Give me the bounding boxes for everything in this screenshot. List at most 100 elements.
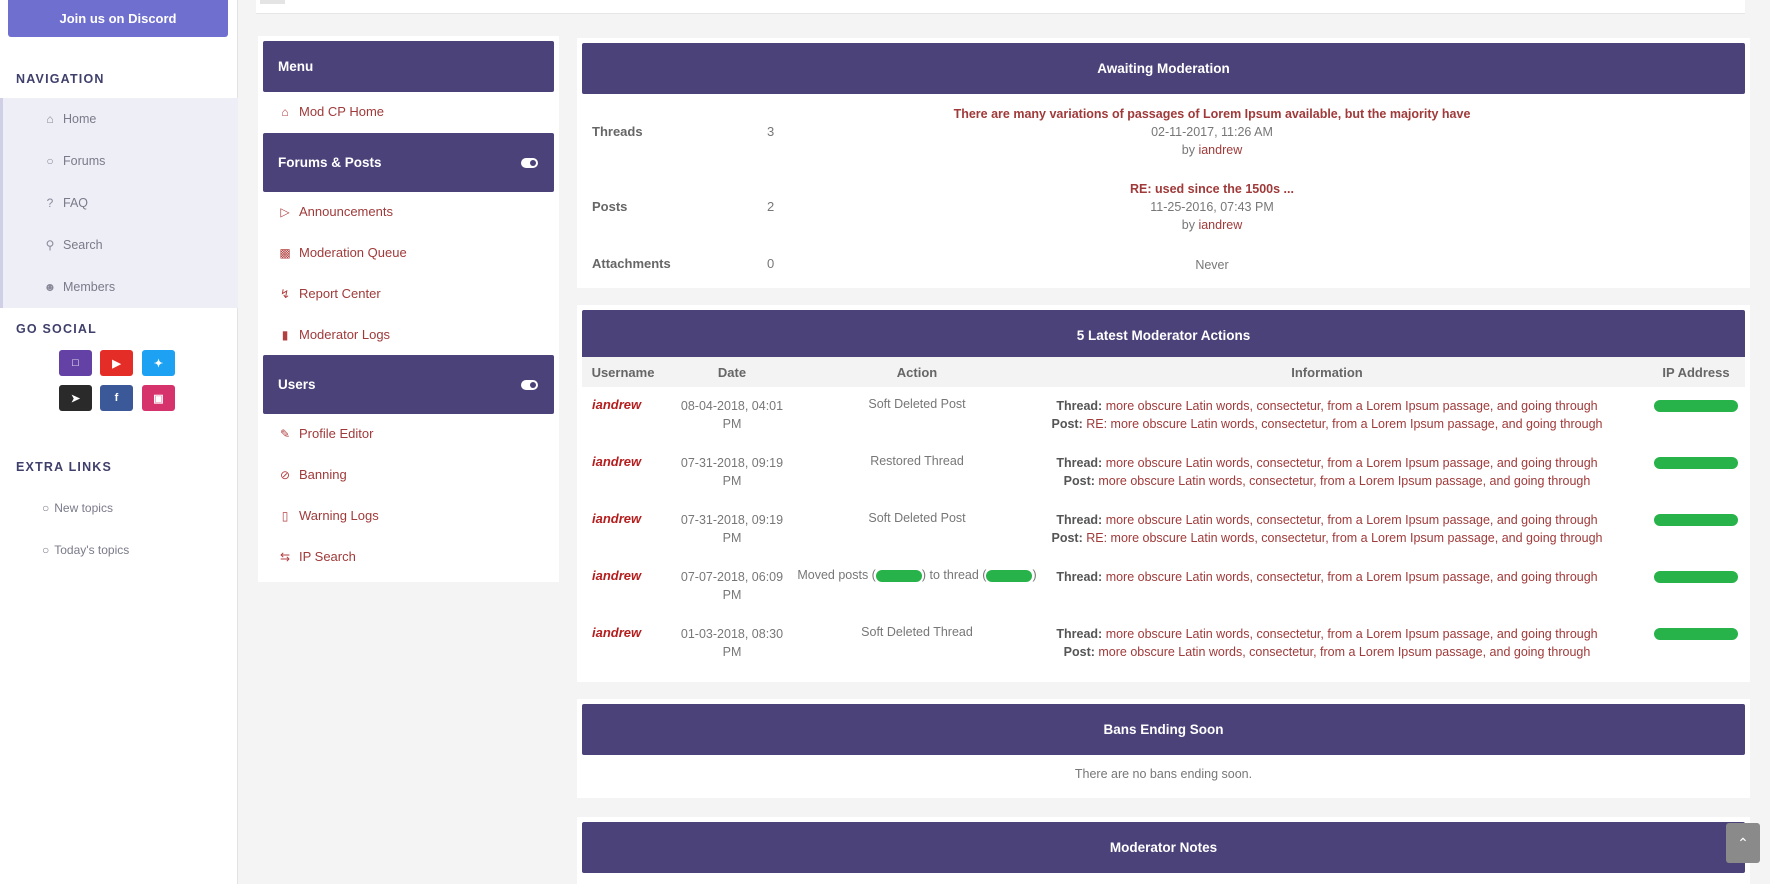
nav-item-faq[interactable]: ? FAQ xyxy=(43,196,88,210)
moderator-notes-panel: Moderator Notes xyxy=(577,817,1750,884)
go-social-heading: GO SOCIAL xyxy=(16,322,97,336)
file-outline-icon: ▯ xyxy=(281,508,289,523)
comment-icon: ○ xyxy=(42,543,50,557)
table-row: iandrew 08-04-2018, 04:01 PM Soft Delete… xyxy=(577,387,1750,444)
forums-posts-header[interactable]: Forums & Posts xyxy=(263,133,554,192)
file-icon: ▮ xyxy=(281,327,289,342)
post-link[interactable]: more obscure Latin words, consectetur, f… xyxy=(1098,474,1590,488)
action-date: 07-31-2018, 09:19 PM xyxy=(680,513,784,545)
user-circle-icon: ☻ xyxy=(43,280,57,294)
navigation-list: ⌂ Home ○ Forums ? FAQ ⚲ Search ☻ Members xyxy=(0,98,238,308)
nav-item-label: Search xyxy=(63,238,103,252)
username-link[interactable]: iandrew xyxy=(592,625,641,640)
nav-item-home[interactable]: ⌂ Home xyxy=(43,112,96,126)
home-icon: ⌂ xyxy=(46,112,54,126)
comment-icon: ○ xyxy=(42,501,50,515)
thread-link[interactable]: more obscure Latin words, consectetur, f… xyxy=(1106,513,1598,527)
extra-link-new-topics[interactable]: ○ New topics xyxy=(42,501,113,515)
steam-button[interactable]: ➤ xyxy=(59,385,92,411)
ban-icon: ⊘ xyxy=(279,467,291,482)
nav-item-members[interactable]: ☻ Members xyxy=(43,280,115,294)
extra-link-label: New topics xyxy=(54,501,113,515)
left-sidebar: Join us on Discord NAVIGATION ⌂ Home ○ F… xyxy=(0,0,238,884)
users-header[interactable]: Users xyxy=(263,355,554,414)
menu-link-warning-logs[interactable]: ▯ Warning Logs xyxy=(278,508,379,523)
bans-ending-soon-title: Bans Ending Soon xyxy=(1103,722,1224,737)
steam-icon: ➤ xyxy=(70,392,81,405)
attachments-count: 0 xyxy=(767,256,775,271)
comment-icon: ○ xyxy=(46,154,54,168)
menu-link-report-center[interactable]: ↯ Report Center xyxy=(278,286,381,301)
column-date: Date xyxy=(717,364,747,380)
awaiting-moderation-header: Awaiting Moderation xyxy=(582,43,1745,94)
latest-post-link[interactable]: RE: used since the 1500s ... xyxy=(827,180,1597,198)
action-information: Thread: more obscure Latin words, consec… xyxy=(1051,399,1603,431)
moderator-notes-header: Moderator Notes xyxy=(582,822,1745,873)
action-type: Soft Deleted Post xyxy=(868,397,966,411)
ip-address-redacted xyxy=(1654,571,1738,583)
bolt-icon: ↯ xyxy=(279,286,291,301)
facebook-icon: f xyxy=(114,392,119,404)
awaiting-moderation-panel: Awaiting Moderation Threads 3 There are … xyxy=(577,38,1750,288)
toggle-icon[interactable] xyxy=(521,157,538,168)
nav-item-label: Members xyxy=(63,280,116,294)
question-icon: ? xyxy=(46,196,54,210)
post-link[interactable]: more obscure Latin words, consectetur, f… xyxy=(1098,645,1590,659)
bullhorn-icon: ▷ xyxy=(280,204,290,219)
ip-address-redacted xyxy=(1654,628,1738,640)
username-link[interactable]: iandrew xyxy=(592,568,641,583)
latest-thread-link[interactable]: There are many variations of passages of… xyxy=(827,105,1597,123)
thread-link[interactable]: more obscure Latin words, consectetur, f… xyxy=(1106,399,1598,413)
nav-item-forums[interactable]: ○ Forums xyxy=(43,154,105,168)
action-type: Soft Deleted Thread xyxy=(861,625,973,639)
top-bar-tab[interactable] xyxy=(260,0,285,4)
bans-ending-soon-panel: Bans Ending Soon There are no bans endin… xyxy=(577,699,1750,798)
scroll-to-top-button[interactable]: ⌃ xyxy=(1726,823,1760,863)
toggle-icon[interactable] xyxy=(521,379,538,390)
menu-link-profile-editor[interactable]: ✎ Profile Editor xyxy=(278,426,373,441)
table-row: iandrew 01-03-2018, 08:30 PM Soft Delete… xyxy=(577,615,1750,672)
retweet-icon: ⇆ xyxy=(279,549,291,564)
username-link[interactable]: iandrew xyxy=(592,454,641,469)
menu-link-label: IP Search xyxy=(299,549,356,564)
menu-link-moderator-logs[interactable]: ▮ Moderator Logs xyxy=(278,327,390,342)
menu-link-moderation-queue[interactable]: ▩ Moderation Queue xyxy=(278,245,406,260)
twitter-button[interactable]: ✦ xyxy=(142,350,175,376)
moderator-notes-title: Moderator Notes xyxy=(1109,840,1218,855)
action-information: Thread: more obscure Latin words, consec… xyxy=(1051,513,1603,545)
extra-link-todays-topics[interactable]: ○ Today's topics xyxy=(42,543,129,557)
redacted-post-ids xyxy=(875,569,922,582)
username-link[interactable]: iandrew xyxy=(592,397,641,412)
posts-count: 2 xyxy=(767,199,775,214)
author-link[interactable]: iandrew xyxy=(1198,143,1242,157)
moderator-actions-panel: 5 Latest Moderator Actions Username Date… xyxy=(577,305,1750,682)
instagram-button[interactable]: ▣ xyxy=(142,385,175,411)
menu-link-modcp-home[interactable]: ⌂ Mod CP Home xyxy=(278,104,384,119)
forums-posts-title: Forums & Posts xyxy=(278,155,382,170)
twitch-button[interactable]: □ xyxy=(59,350,92,376)
join-discord-button[interactable]: Join us on Discord xyxy=(8,0,228,37)
thread-link[interactable]: more obscure Latin words, consectetur, f… xyxy=(1106,627,1598,641)
post-link[interactable]: RE: more obscure Latin words, consectetu… xyxy=(1086,531,1602,545)
action-information: Thread: more obscure Latin words, consec… xyxy=(1056,627,1598,659)
menu-link-label: Mod CP Home xyxy=(299,104,385,119)
post-link[interactable]: RE: more obscure Latin words, consectetu… xyxy=(1086,417,1602,431)
nav-item-label: Home xyxy=(63,112,97,126)
username-link[interactable]: iandrew xyxy=(592,511,641,526)
posts-label: Posts xyxy=(592,199,628,214)
thread-link[interactable]: more obscure Latin words, consectetur, f… xyxy=(1106,456,1598,470)
extra-links-heading: EXTRA LINKS xyxy=(16,460,113,474)
menu-link-ip-search[interactable]: ⇆ IP Search xyxy=(278,549,356,564)
thread-link[interactable]: more obscure Latin words, consectetur, f… xyxy=(1106,570,1598,584)
bans-ending-soon-header: Bans Ending Soon xyxy=(582,704,1745,755)
nav-item-search[interactable]: ⚲ Search xyxy=(43,238,103,252)
action-date: 08-04-2018, 04:01 PM xyxy=(680,399,784,431)
author-link[interactable]: iandrew xyxy=(1198,218,1242,232)
top-bar xyxy=(256,0,1745,14)
menu-link-banning[interactable]: ⊘ Banning xyxy=(278,467,347,482)
menu-link-label: Profile Editor xyxy=(299,426,374,441)
facebook-button[interactable]: f xyxy=(100,385,133,411)
youtube-button[interactable]: ▶ xyxy=(100,350,133,376)
menu-link-announcements[interactable]: ▷ Announcements xyxy=(278,204,393,219)
action-type: Moved posts () to thread () xyxy=(797,568,1037,582)
